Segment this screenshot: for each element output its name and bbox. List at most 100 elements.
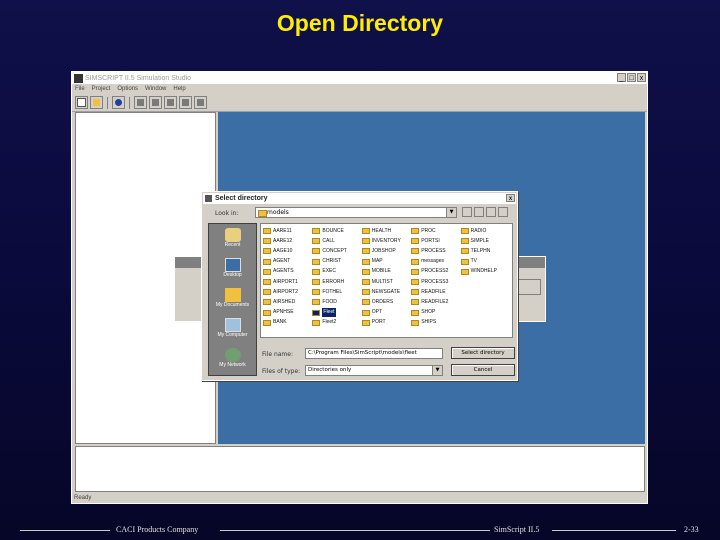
- menu-project[interactable]: Project: [92, 84, 111, 94]
- chevron-down-icon[interactable]: ▼: [432, 366, 442, 375]
- place-my-documents[interactable]: My Documents: [209, 288, 256, 308]
- folder-label: AIRPORT2: [273, 288, 298, 295]
- folder-label: AAGE10: [273, 247, 293, 254]
- menu-options[interactable]: Options: [117, 84, 138, 94]
- place-my-computer[interactable]: My Computer: [209, 318, 256, 338]
- folder-list-item[interactable]: PROCESS: [411, 246, 460, 256]
- up-folder-icon[interactable]: [474, 207, 484, 217]
- folder-label: MAP: [371, 258, 383, 265]
- folder-list-item[interactable]: Fleet2: [312, 318, 361, 328]
- folder-list-item[interactable]: AIRPORT1: [263, 277, 312, 287]
- folder-icon: [263, 258, 271, 265]
- folder-icon: [411, 258, 420, 265]
- dialog-titlebar[interactable]: Select directory x: [203, 193, 516, 204]
- folder-list-item[interactable]: CALL: [312, 236, 361, 246]
- minimize-button[interactable]: _: [617, 73, 626, 82]
- look-in-label: Look in:: [215, 210, 239, 217]
- build-button[interactable]: [134, 96, 147, 109]
- folder-label: CHRIST: [322, 258, 342, 265]
- folder-list-item[interactable]: AARE12: [263, 236, 312, 246]
- folder-list-item[interactable]: EXEC: [312, 267, 361, 277]
- close-button[interactable]: x: [637, 73, 646, 82]
- folder-icon: [361, 299, 370, 306]
- chevron-down-icon[interactable]: ▼: [446, 208, 456, 217]
- folder-list-item[interactable]: AARE11: [263, 226, 312, 236]
- folder-list-item[interactable]: INVENTORY: [361, 236, 411, 246]
- folder-list-item[interactable]: READFILE2: [411, 297, 460, 307]
- folder-list-item[interactable]: TV: [460, 257, 510, 267]
- back-icon[interactable]: [462, 207, 472, 217]
- folder-list-item[interactable]: FOTHEL: [312, 287, 361, 297]
- folder-list-item[interactable]: SHOP: [411, 308, 460, 318]
- folder-list-item[interactable]: SIMPLE: [460, 236, 510, 246]
- view-menu-icon[interactable]: [498, 207, 508, 217]
- folder-list-item[interactable]: CHRIST: [312, 257, 361, 267]
- folder-list-item[interactable]: PROC: [411, 226, 460, 236]
- folder-list-item[interactable]: BANK: [263, 318, 312, 328]
- app-title: SIMSCRIPT II.5 Simulation Studio: [85, 74, 192, 82]
- place-recent[interactable]: Recent: [209, 228, 256, 248]
- compile-button[interactable]: [149, 96, 162, 109]
- folder-list-item[interactable]: FOOD: [312, 297, 361, 307]
- folder-list-item[interactable]: messages: [411, 257, 460, 267]
- folder-list-item[interactable]: RADIO: [460, 226, 510, 236]
- folder-icon: [263, 268, 271, 275]
- folder-list-item[interactable]: BOUNCE: [312, 226, 361, 236]
- place-my-network[interactable]: My Network: [209, 348, 256, 368]
- folder-icon: [361, 279, 370, 286]
- folder-list-item[interactable]: WINDHELP: [460, 267, 510, 277]
- folder-icon: [411, 238, 420, 245]
- maximize-button[interactable]: □: [627, 73, 636, 82]
- folder-list-item[interactable]: AGENT: [263, 257, 312, 267]
- folder-list-item[interactable]: AGENTS: [263, 267, 312, 277]
- folder-list-item[interactable]: MAP: [361, 257, 411, 267]
- new-folder-icon[interactable]: [486, 207, 496, 217]
- cancel-button[interactable]: Cancel: [451, 364, 515, 376]
- folder-list-item[interactable]: Fleet: [312, 308, 361, 318]
- folder-list-item[interactable]: PROCESS3: [411, 277, 460, 287]
- look-in-dropdown[interactable]: models ▼: [255, 207, 457, 218]
- folder-list-item[interactable]: OPT: [361, 308, 411, 318]
- folder-list[interactable]: AARE11 AARE12 AAGE10 AGENT AGENTS AIRPORT1 AIR…: [260, 223, 513, 338]
- folder-list-item[interactable]: PORT: [361, 318, 411, 328]
- app-titlebar[interactable]: SIMSCRIPT II.5 Simulation Studio _ □ x: [72, 72, 647, 84]
- folder-list-item[interactable]: READFILE: [411, 287, 460, 297]
- link-button[interactable]: [164, 96, 177, 109]
- output-pane[interactable]: [75, 446, 645, 492]
- folder-list-item[interactable]: ERRORH: [312, 277, 361, 287]
- folder-list-item[interactable]: MOBILE: [361, 267, 411, 277]
- file-type-dropdown[interactable]: Directories only ▼: [305, 365, 443, 376]
- folder-list-item[interactable]: APNHSE: [263, 308, 312, 318]
- folder-list-item[interactable]: PROCESS2: [411, 267, 460, 277]
- menu-window[interactable]: Window: [145, 84, 166, 94]
- folder-list-item[interactable]: HEALTH: [361, 226, 411, 236]
- select-directory-button[interactable]: Select directory: [451, 347, 515, 359]
- folder-list-item[interactable]: SHIPS: [411, 318, 460, 328]
- folder-list-item[interactable]: AIRSHED: [263, 297, 312, 307]
- folder-list-item[interactable]: JOBSHOP: [361, 246, 411, 256]
- folder-icon: [258, 210, 267, 217]
- place-desktop[interactable]: Desktop: [209, 258, 256, 278]
- dialog-close-button[interactable]: x: [506, 194, 515, 202]
- folder-list-item[interactable]: CONCEPT: [312, 246, 361, 256]
- folder-icon: [263, 289, 271, 296]
- folder-label: BOUNCE: [322, 227, 344, 234]
- folder-list-item[interactable]: ORDERS: [361, 297, 411, 307]
- menu-help[interactable]: Help: [173, 84, 185, 94]
- folder-list-item[interactable]: TELPHN: [460, 246, 510, 256]
- folder-label: ORDERS: [371, 298, 394, 305]
- menu-file[interactable]: File: [75, 84, 85, 94]
- new-file-button[interactable]: [75, 96, 88, 109]
- file-name-input[interactable]: C:\Program Files\SimScript\models\fleet: [305, 348, 443, 359]
- folder-list-item[interactable]: AAGE10: [263, 246, 312, 256]
- run-button[interactable]: [112, 96, 125, 109]
- open-file-button[interactable]: [90, 96, 103, 109]
- debug-button[interactable]: [179, 96, 192, 109]
- folder-list-item[interactable]: AIRPORT2: [263, 287, 312, 297]
- folder-icon: [263, 228, 271, 235]
- folder-icon: [460, 268, 469, 275]
- folder-list-item[interactable]: NEWSGATE: [361, 287, 411, 297]
- folder-list-item[interactable]: MULTIST: [361, 277, 411, 287]
- folder-list-item[interactable]: PORTSI: [411, 236, 460, 246]
- stop-button[interactable]: [194, 96, 207, 109]
